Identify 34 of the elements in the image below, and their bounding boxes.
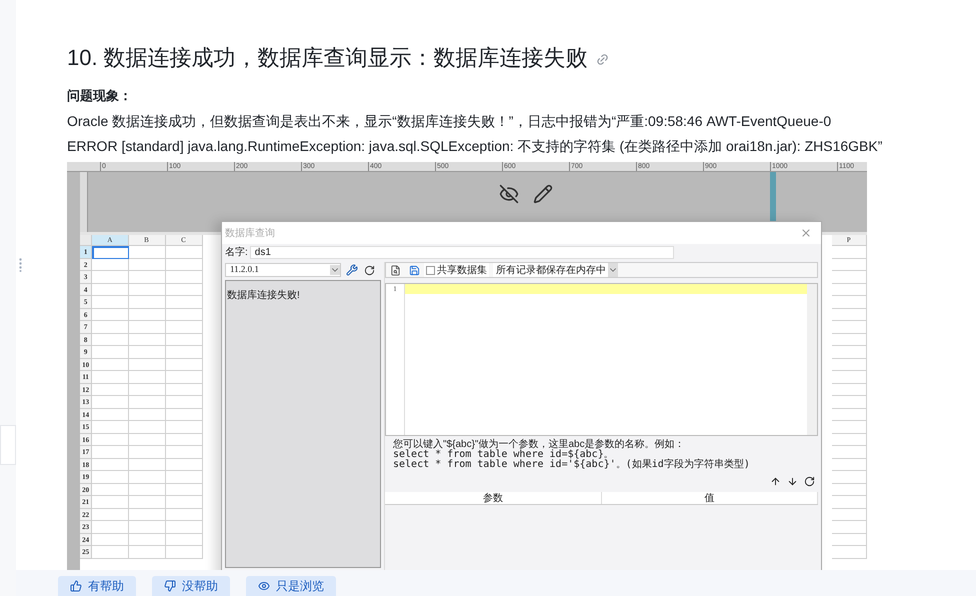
refresh-icon[interactable] — [804, 476, 815, 487]
feedback-button[interactable]: 只是浏览 — [246, 576, 336, 596]
param-column-header: 值 — [602, 492, 818, 504]
name-label: 名字: — [225, 246, 248, 260]
hint-line: select * from table where id='${abc}'。(如果id字段为字符串类型) — [393, 460, 751, 470]
feedback-button[interactable]: 有帮助 — [58, 576, 136, 596]
close-icon[interactable] — [800, 227, 812, 239]
scrollbar[interactable] — [807, 284, 817, 435]
eye-icon — [258, 580, 270, 592]
feedback-button[interactable]: 没帮助 — [152, 576, 230, 596]
thumbs-up-icon — [70, 580, 82, 592]
chevron-down-icon[interactable] — [330, 265, 340, 275]
error-message: 数据库连接失败! — [227, 290, 300, 301]
thumbs-down-icon — [164, 580, 176, 592]
drag-handle-icon[interactable] — [19, 258, 22, 272]
arrow-up-icon[interactable] — [770, 476, 781, 487]
dialog-title: 数据库查询 — [225, 226, 275, 240]
paragraph-line: Oracle 数据连接成功，但数据查询是表出不来，显示“数据库连接失败！”，日志中报错为“严重:09:58:46 AWT-EventQueue-0 — [67, 112, 832, 131]
sidebar-tab[interactable] — [0, 425, 16, 465]
tools-icon[interactable] — [346, 264, 358, 276]
name-field[interactable]: ds1 — [250, 246, 674, 258]
hint-line: 您可以键入"${abc}"做为一个参数，这里abc是参数的名称。例如： — [393, 439, 686, 450]
refresh-icon[interactable] — [364, 264, 375, 276]
eye-slash-icon[interactable] — [499, 184, 519, 204]
connection-select[interactable]: 11.2.0.1 — [225, 263, 341, 277]
hint-line: select * from table where id=${abc}。 — [393, 450, 615, 460]
arrow-down-icon[interactable] — [787, 476, 798, 487]
pencil-icon[interactable] — [533, 184, 553, 204]
paragraph-line: ERROR [standard] java.lang.RuntimeException: java.sql.SQLException: 不支持的字符集 (在类路径中添加 orai18n.jar): ZHS16GBK” — [67, 137, 884, 156]
section-heading: 10. 数据连接成功，数据库查询显示：数据库连接失败 — [67, 44, 588, 72]
param-column-header: 参数 — [385, 492, 602, 504]
section-label: 问题现象： — [67, 87, 133, 105]
sheet-cell[interactable] — [92, 246, 129, 258]
select-all-corner[interactable] — [80, 235, 92, 246]
